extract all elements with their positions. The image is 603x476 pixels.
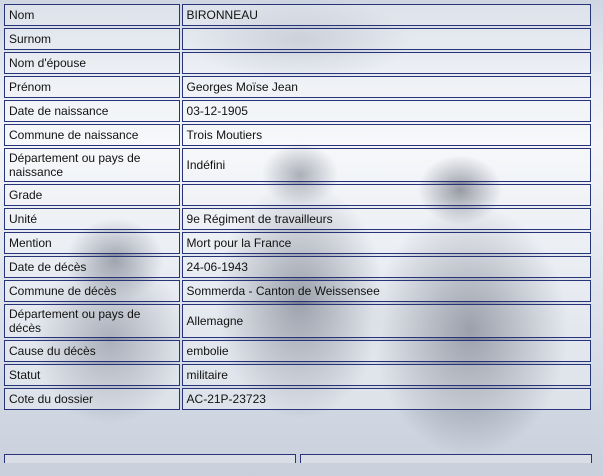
label-mention: Mention: [4, 232, 180, 254]
row-departement-deces: Département ou pays de décès Allemagne: [4, 304, 591, 338]
value-commune-naissance: Trois Moutiers: [181, 124, 591, 146]
label-departement-naissance: Département ou pays de naissance: [4, 148, 180, 182]
footer-cell-left: [4, 454, 296, 463]
label-nom: Nom: [4, 4, 180, 26]
value-unite: 9e Régiment de travailleurs: [181, 208, 591, 230]
footer-cell-right: [300, 454, 592, 463]
label-statut: Statut: [4, 364, 180, 386]
label-commune-deces: Commune de décès: [4, 280, 180, 302]
label-date-naissance: Date de naissance: [4, 100, 180, 122]
value-nom: BIRONNEAU: [181, 4, 591, 26]
label-nom-epouse: Nom d'épouse: [4, 52, 180, 74]
value-departement-naissance: Indéfini: [181, 148, 591, 182]
row-cote-dossier: Cote du dossier AC-21P-23723: [4, 388, 591, 410]
value-surnom: [181, 28, 591, 50]
row-commune-naissance: Commune de naissance Trois Moutiers: [4, 124, 591, 146]
label-unite: Unité: [4, 208, 180, 230]
row-unite: Unité 9e Régiment de travailleurs: [4, 208, 591, 230]
value-cause-deces: embolie: [181, 340, 591, 362]
label-cause-deces: Cause du décès: [4, 340, 180, 362]
label-departement-deces: Département ou pays de décès: [4, 304, 180, 338]
row-nom: Nom BIRONNEAU: [4, 4, 591, 26]
value-prenom: Georges Moïse Jean: [181, 76, 591, 98]
footer-strip: [4, 454, 592, 464]
value-date-naissance: 03-12-1905: [181, 100, 591, 122]
row-statut: Statut militaire: [4, 364, 591, 386]
value-grade: [181, 184, 591, 206]
row-cause-deces: Cause du décès embolie: [4, 340, 591, 362]
value-departement-deces: Allemagne: [181, 304, 591, 338]
row-surnom: Surnom: [4, 28, 591, 50]
row-nom-epouse: Nom d'épouse: [4, 52, 591, 74]
value-commune-deces: Sommerda - Canton de Weissensee: [181, 280, 591, 302]
label-commune-naissance: Commune de naissance: [4, 124, 180, 146]
value-cote-dossier: AC-21P-23723: [181, 388, 591, 410]
row-grade: Grade: [4, 184, 591, 206]
row-prenom: Prénom Georges Moïse Jean: [4, 76, 591, 98]
row-departement-naissance: Département ou pays de naissance Indéfin…: [4, 148, 591, 182]
label-prenom: Prénom: [4, 76, 180, 98]
row-date-naissance: Date de naissance 03-12-1905: [4, 100, 591, 122]
label-cote-dossier: Cote du dossier: [4, 388, 180, 410]
record-table: Nom BIRONNEAU Surnom Nom d'épouse Prénom…: [2, 2, 593, 412]
row-date-deces: Date de décès 24-06-1943: [4, 256, 591, 278]
value-mention: Mort pour la France: [181, 232, 591, 254]
value-statut: militaire: [181, 364, 591, 386]
value-date-deces: 24-06-1943: [181, 256, 591, 278]
row-mention: Mention Mort pour la France: [4, 232, 591, 254]
label-grade: Grade: [4, 184, 180, 206]
row-commune-deces: Commune de décès Sommerda - Canton de We…: [4, 280, 591, 302]
label-surnom: Surnom: [4, 28, 180, 50]
record-page: Nom BIRONNEAU Surnom Nom d'épouse Prénom…: [0, 0, 603, 476]
label-date-deces: Date de décès: [4, 256, 180, 278]
value-nom-epouse: [181, 52, 591, 74]
